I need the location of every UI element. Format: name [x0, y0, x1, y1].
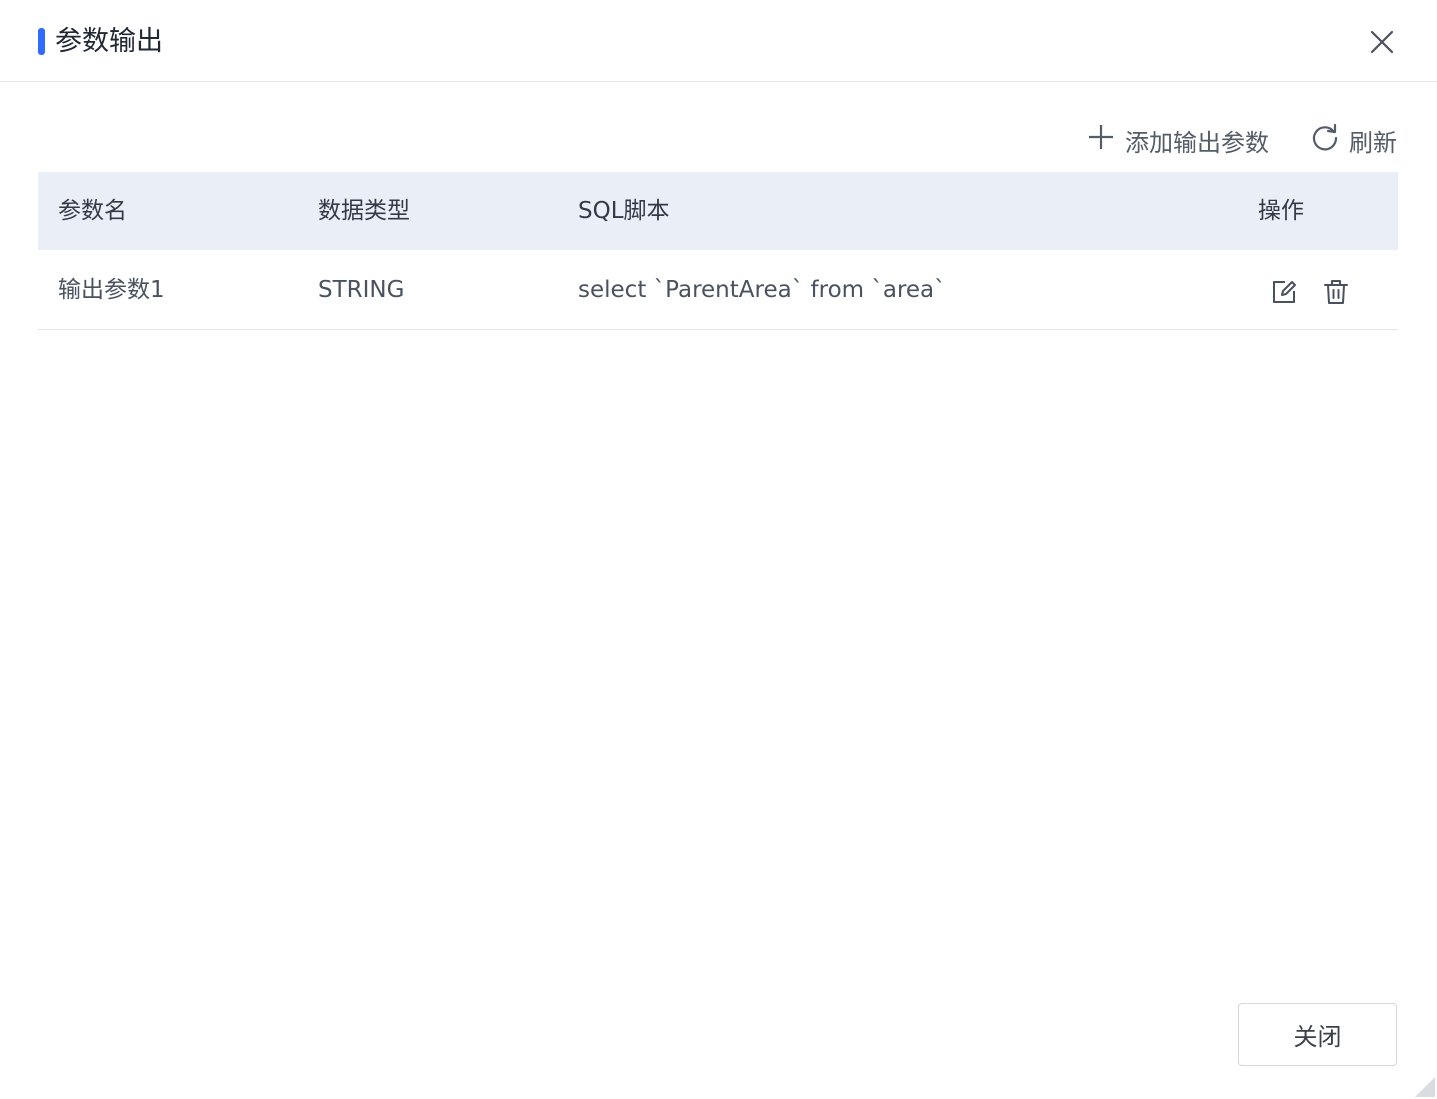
refresh-button[interactable]: 刷新: [1311, 120, 1397, 160]
dialog-title: 参数输出: [55, 26, 163, 57]
resize-grip-icon[interactable]: [1415, 1077, 1435, 1097]
column-header-sql-script: SQL脚本: [578, 198, 670, 224]
cell-sql-script: select `ParentArea` from `area`: [578, 277, 946, 303]
plus-icon: [1087, 123, 1115, 157]
add-output-param-label: 添加输出参数: [1125, 128, 1269, 157]
close-icon[interactable]: [1365, 25, 1399, 59]
column-header-param-name: 参数名: [58, 198, 127, 224]
close-button[interactable]: 关闭: [1238, 1003, 1397, 1066]
column-header-data-type: 数据类型: [318, 198, 410, 224]
dialog-header: 参数输出: [0, 0, 1437, 82]
refresh-label: 刷新: [1349, 128, 1397, 157]
delete-icon[interactable]: [1322, 278, 1350, 306]
edit-icon[interactable]: [1270, 278, 1298, 306]
table-row: 输出参数1 STRING select `ParentArea` from `a…: [38, 250, 1398, 330]
add-output-param-button[interactable]: 添加输出参数: [1087, 120, 1269, 160]
column-header-operations: 操作: [1258, 198, 1304, 224]
cell-data-type: STRING: [318, 277, 405, 303]
table-header: 参数名 数据类型 SQL脚本 操作: [38, 172, 1398, 250]
cell-param-name: 输出参数1: [58, 277, 165, 303]
output-params-table: 参数名 数据类型 SQL脚本 操作 输出参数1 STRING select `P…: [38, 172, 1398, 330]
title-accent-bar: [38, 28, 45, 55]
output-params-dialog: 参数输出 添加输出参数 刷新 参数名 数据类型 SQL脚本 操作 输出参数1 S…: [0, 0, 1437, 1099]
refresh-icon: [1311, 123, 1339, 157]
